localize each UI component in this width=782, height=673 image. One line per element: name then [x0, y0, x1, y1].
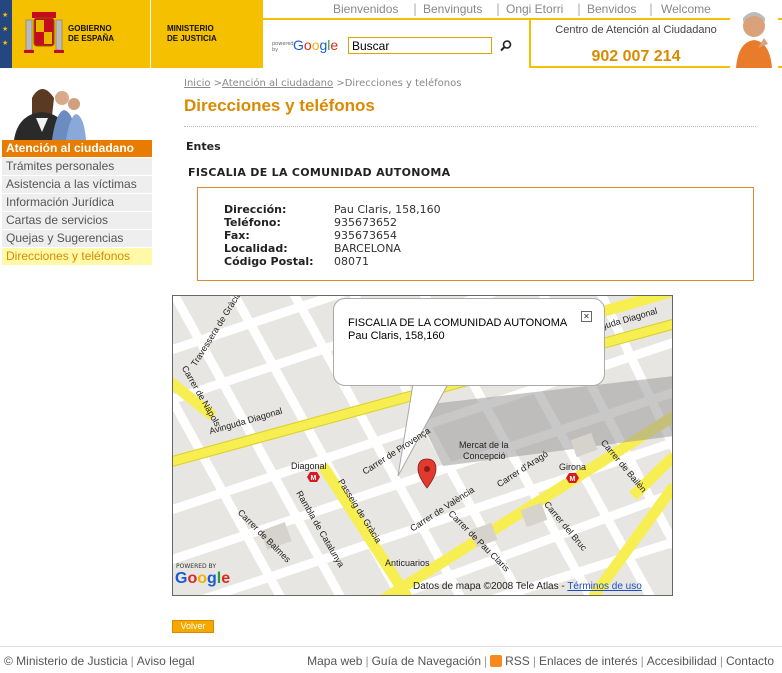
map-copyright-text: Datos de mapa ©2008 Tele Atlas - — [413, 581, 565, 592]
coat-of-arms-icon — [24, 12, 64, 53]
sidebar-banner-photo — [0, 72, 152, 140]
breadcrumb: Inicio >Atención al ciudadano >Direccion… — [184, 78, 461, 89]
lang-separator: | — [649, 2, 654, 16]
detail-label: Código Postal: — [224, 255, 314, 268]
map-label-anticuarios: Anticuarios — [385, 558, 430, 568]
footer-link-accessibility[interactable]: Accesibilidad — [647, 654, 717, 668]
lang-link-eu[interactable]: Ongi Etorri — [506, 2, 563, 16]
footer-separator: | — [532, 654, 536, 668]
detail-value: 08071 — [334, 255, 369, 268]
sidebar-item-quejas[interactable]: Quejas y Sugerencias — [2, 230, 152, 248]
section-label: Entes — [186, 140, 221, 153]
footer-links: Mapa web | Guía de Navegación | RSS | Enlaces … — [307, 654, 774, 668]
footer-left: © Ministerio de Justicia | Aviso legal — [4, 654, 195, 668]
detail-value: 935673652 — [334, 216, 397, 229]
breadcrumb-separator: > — [336, 78, 345, 89]
breadcrumb-separator: > — [213, 78, 223, 89]
search-icon[interactable] — [499, 39, 513, 53]
citizen-service-center[interactable]: Centro de Atención al Ciudadano 902 007 … — [529, 4, 782, 68]
google-logo: Google — [293, 37, 339, 53]
close-icon[interactable]: ✕ — [581, 311, 592, 322]
svg-text:M: M — [311, 475, 317, 482]
map-info-window[interactable]: FISCALIA DE LA COMUNIDAD AUTONOMA Pau Cl… — [333, 298, 605, 386]
footer-link-navigation-guide[interactable]: Guía de Navegación — [372, 654, 481, 668]
sidebar-item-informacion[interactable]: Información Jurídica — [2, 194, 152, 212]
lang-link-en[interactable]: Welcome — [661, 2, 711, 16]
lang-link-ca[interactable]: Benvinguts — [423, 2, 482, 16]
page-title: Direcciones y teléfonos — [184, 96, 375, 115]
citizen-center-phone: 902 007 214 — [591, 48, 681, 65]
map-google-logo[interactable]: Google — [175, 570, 230, 588]
map-label-mercat1: Mercat de la — [459, 440, 509, 450]
site-header: GOBIERNO DE ESPAÑA MINISTERIO DE JUSTICI… — [0, 0, 782, 68]
map-terms-link[interactable]: Términos de uso — [567, 581, 641, 592]
footer-separator: | — [484, 654, 488, 668]
svg-text:M: M — [570, 476, 576, 483]
detail-value: Pau Claris, 158,160 — [334, 203, 441, 216]
map-label-mercat2: Concepció — [463, 451, 506, 461]
lang-link-es[interactable]: Bienvenidos — [333, 2, 398, 16]
lang-separator: | — [413, 2, 418, 16]
ministry-logo[interactable]: MINISTERIO DE JUSTICIA — [150, 0, 263, 68]
lang-link-gl[interactable]: Benvidos — [587, 2, 636, 16]
breadcrumb-atencion[interactable]: Atención al ciudadano — [222, 78, 333, 89]
info-window-title: FISCALIA DE LA COMUNIDAD AUTONOMA — [348, 317, 568, 329]
footer-separator: | — [640, 654, 644, 668]
ministry-line2: DE JUSTICIA — [167, 34, 217, 43]
sidebar-title: Atención al ciudadano — [2, 140, 152, 157]
footer-link-rss[interactable]: RSS — [505, 654, 530, 668]
map-label-girona: Girona — [559, 462, 587, 472]
gov-line2: DE ESPAÑA — [68, 34, 115, 43]
gov-line1: GOBIERNO — [68, 24, 112, 33]
contact-details-box: Dirección: Pau Claris, 158,160 Teléfono:… — [197, 187, 754, 281]
info-window-content: FISCALIA DE LA COMUNIDAD AUTONOMA Pau Cl… — [348, 317, 567, 343]
footer-copyright: © Ministerio de Justicia — [4, 654, 128, 668]
title-divider — [184, 126, 756, 127]
map-label-diagonal-metro: Diagonal — [291, 461, 327, 471]
citizen-center-title: Centro de Atención al Ciudadano — [555, 24, 717, 36]
eu-flag-strip — [0, 0, 12, 68]
sidebar-item-direcciones[interactable]: Direcciones y teléfonos — [2, 248, 152, 266]
search-input[interactable] — [348, 37, 492, 54]
footer-link-contact[interactable]: Contacto — [726, 654, 774, 668]
breadcrumb-current: Direcciones y teléfonos — [344, 78, 462, 89]
location-map[interactable]: M M Avinguda Diagonal Diagonal Girona Me… — [172, 295, 673, 596]
back-button[interactable]: Volver — [172, 620, 214, 633]
lang-separator: | — [496, 2, 501, 16]
ministry-name: MINISTERIO DE JUSTICIA — [167, 24, 257, 44]
government-logo[interactable]: GOBIERNO DE ESPAÑA — [0, 0, 150, 68]
footer-separator: | — [365, 654, 369, 668]
footer-separator: | — [719, 654, 723, 668]
footer-link-legal[interactable]: Aviso legal — [137, 654, 195, 668]
language-bar: Bienvenidos | Benvinguts | Ongi Etorri |… — [263, 0, 782, 18]
map-powered-by: POWERED BY — [176, 563, 217, 570]
footer-link-sitemap[interactable]: Mapa web — [307, 654, 362, 668]
operator-photo — [730, 4, 778, 68]
rss-icon[interactable] — [490, 655, 503, 667]
site-footer: © Ministerio de Justicia | Aviso legal Map… — [0, 646, 782, 673]
detail-label: Localidad: — [224, 242, 288, 255]
search-area: powered by Google — [263, 18, 529, 68]
sidebar-item-tramites[interactable]: Trámites personales — [2, 158, 152, 176]
footer-separator: | — [130, 654, 134, 668]
detail-label: Dirección: — [224, 203, 287, 216]
ministry-line1: MINISTERIO — [167, 24, 214, 33]
info-window-address: Pau Claris, 158,160 — [348, 330, 445, 342]
detail-label: Teléfono: — [224, 216, 281, 229]
footer-link-links[interactable]: Enlaces de interés — [539, 654, 638, 668]
map-copyright: Datos de mapa ©2008 Tele Atlas - Término… — [413, 581, 642, 592]
detail-label: Fax: — [224, 229, 250, 242]
detail-value: 935673654 — [334, 229, 397, 242]
government-name: GOBIERNO DE ESPAÑA — [68, 24, 140, 44]
breadcrumb-home[interactable]: Inicio — [184, 78, 210, 89]
sidebar-item-cartas[interactable]: Cartas de servicios — [2, 212, 152, 230]
lang-separator: | — [577, 2, 582, 16]
entity-name: FISCALIA DE LA COMUNIDAD AUTONOMA — [188, 166, 451, 179]
sidebar-item-asistencia[interactable]: Asistencia a las víctimas — [2, 176, 152, 194]
search-powered-by: powered by — [272, 41, 294, 53]
detail-value: BARCELONA — [334, 242, 401, 255]
